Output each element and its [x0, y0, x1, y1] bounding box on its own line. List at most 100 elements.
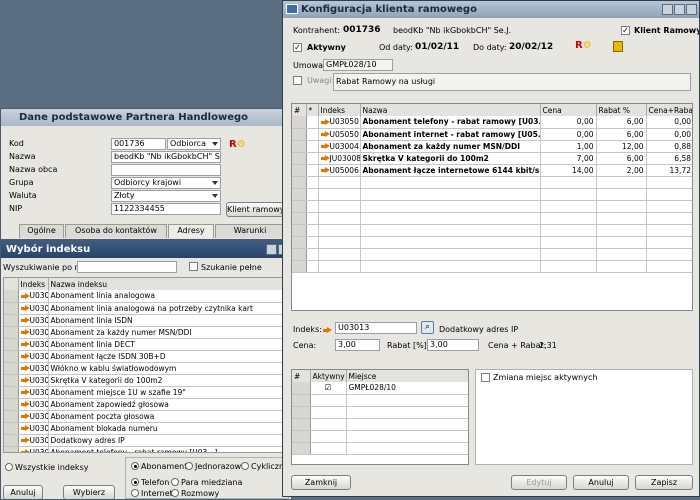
col-cena[interactable]: Cena [540, 104, 597, 116]
table-row[interactable]: U03007Włókno w kablu światłowodowym [4, 362, 289, 375]
para-miedziana-radio[interactable] [171, 478, 179, 486]
arrow-link-icon[interactable] [20, 329, 30, 336]
arrow-link-icon[interactable] [320, 155, 330, 162]
umowa-field[interactable]: GMPŁ028/10 [323, 59, 393, 71]
table-row[interactable]: U05006 Abonament łącze internetowe 6144 k… [292, 164, 692, 177]
search-icon[interactable]: ⌕ [421, 321, 434, 334]
table-row[interactable]: U03011Abonament poczta głosowa [4, 410, 289, 423]
row-header[interactable] [292, 140, 307, 153]
col-nazwa[interactable]: Nazwa [360, 104, 541, 116]
col-nazwa[interactable]: Nazwa indeksu [48, 278, 289, 290]
table-row[interactable]: U05050 Abonament internet - rabat ramowy … [292, 128, 692, 141]
row-header[interactable] [4, 314, 19, 327]
index-code-cell[interactable]: U03011 [18, 410, 49, 423]
arrow-link-icon[interactable] [20, 341, 30, 348]
col-indeks[interactable]: Indeks [18, 278, 49, 290]
tab-adresy[interactable]: Adresy [168, 224, 214, 238]
col-aktywny[interactable]: Aktywny [310, 370, 347, 382]
index-code-cell[interactable]: U03004 [18, 326, 49, 339]
col-indeks[interactable]: Indeks [318, 104, 361, 116]
arrow-link-icon[interactable] [20, 292, 30, 300]
arrow-link-icon[interactable] [20, 413, 30, 420]
arrow-link-icon[interactable] [20, 437, 30, 444]
indeks-cell[interactable]: JU03008 [318, 152, 361, 165]
row-header[interactable] [4, 434, 19, 447]
row-header[interactable] [292, 152, 307, 165]
index-code-cell[interactable]: U03013 [18, 434, 49, 447]
table-row[interactable]: U03006Abonament łącze ISDN 30B+D [4, 350, 289, 363]
internet-radio[interactable] [131, 489, 139, 497]
arrow-link-icon[interactable] [320, 118, 330, 126]
col-cena-rabat[interactable]: Cena+Rabat [646, 104, 692, 116]
waluta-select[interactable]: Złoty [111, 190, 221, 202]
row-header[interactable] [4, 290, 19, 303]
edit-button[interactable]: Edytuj [511, 475, 567, 490]
klient-ramowy-button[interactable]: Klient ramowy [226, 202, 285, 217]
tab-osoba-kontakt[interactable]: Osoba do kontaktów [65, 224, 167, 238]
row-header[interactable] [292, 164, 307, 177]
all-indexes-radio[interactable] [5, 463, 13, 471]
arrow-link-icon[interactable] [20, 389, 30, 396]
full-search-checkbox[interactable] [189, 262, 198, 271]
kod-type-select[interactable]: Odbiorca [167, 138, 221, 150]
indeks-cell[interactable]: U05050 [318, 128, 361, 141]
table-row[interactable]: U03001Abonament linia analogowa [4, 290, 289, 303]
save-button[interactable]: Zapisz [635, 475, 693, 490]
arrow-link-icon[interactable] [20, 365, 30, 372]
row-header[interactable] [4, 302, 19, 315]
minimize-icon[interactable] [266, 244, 277, 255]
index-code-cell[interactable]: U03012 [18, 422, 49, 435]
index-code-cell[interactable]: U03002 [18, 302, 49, 315]
arrow-link-icon[interactable] [20, 401, 30, 408]
index-code-cell[interactable]: U03006 [18, 350, 49, 363]
row-header[interactable] [4, 350, 19, 363]
index-code-cell[interactable]: U03001 [18, 290, 49, 303]
aktywny-cell[interactable]: ☑ [310, 382, 347, 395]
klient-ramowy-checkbox[interactable]: ✓ [621, 26, 630, 35]
index-code-cell[interactable]: U03050 [18, 446, 49, 452]
arrow-link-icon[interactable] [320, 131, 330, 138]
arrow-link-icon[interactable] [20, 449, 30, 452]
arrow-link-icon[interactable] [20, 377, 30, 384]
row-header[interactable] [4, 398, 19, 411]
uwagi-field[interactable]: Rabat Ramowy na usługi [333, 73, 691, 91]
row-header[interactable] [292, 128, 307, 141]
cancel-button[interactable]: Anuluj [573, 475, 629, 490]
search-input[interactable] [77, 261, 177, 273]
cykliczne-radio[interactable] [241, 462, 249, 470]
rabat-field[interactable]: 3,00 [427, 339, 479, 351]
index-code-cell[interactable]: U03007 [18, 362, 49, 375]
do-daty-value[interactable]: 20/02/12 [509, 42, 553, 52]
table-row[interactable]: U03050Abonament telefony - rabat ramowy … [4, 446, 289, 452]
row-header[interactable] [4, 374, 19, 387]
abonament-radio[interactable] [131, 462, 139, 470]
table-row[interactable]: U03004 Abonament za każdy numer MSN/DDI 1,… [292, 140, 692, 153]
table-row[interactable]: ☑ GMPŁ028/10 [292, 382, 468, 395]
zmiana-checkbox[interactable] [481, 373, 490, 382]
aktywny-checkbox[interactable]: ✓ [293, 43, 302, 52]
lock-icon[interactable] [613, 41, 623, 52]
kod-field[interactable]: 001736 [111, 138, 166, 150]
index-code-cell[interactable]: U03005 [18, 338, 49, 351]
row-header[interactable] [4, 326, 19, 339]
arrow-link-icon[interactable] [320, 143, 330, 150]
index-code-cell[interactable]: U03009 [18, 386, 49, 399]
table-row[interactable]: U03002Abonament linia analogowa na potrz… [4, 302, 289, 315]
index-code-cell[interactable]: U03003 [18, 314, 49, 327]
row-header[interactable] [4, 446, 19, 452]
table-row[interactable]: U03013Dodatkowy adres IP [4, 434, 289, 447]
table-row[interactable]: U03012Abonament blokada numeru [4, 422, 289, 435]
rozmowy-radio[interactable] [171, 489, 179, 497]
telefon-radio[interactable] [131, 478, 139, 486]
arrow-link-icon[interactable] [20, 425, 30, 432]
maximize-icon[interactable] [674, 4, 685, 15]
table-row[interactable]: U03008Skrętka V kategorii do 100m2 [4, 374, 289, 387]
indeks-cell[interactable]: U03050 [318, 116, 361, 129]
nip-field[interactable]: 1122334455 [111, 203, 221, 215]
table-row[interactable]: U03009Abonament miejsce 1U w szafie 19" [4, 386, 289, 399]
row-header[interactable] [292, 116, 307, 129]
uwagi-checkbox[interactable] [293, 76, 302, 85]
od-daty-value[interactable]: 01/02/11 [415, 42, 459, 52]
close-button[interactable]: Zamknij [291, 475, 351, 490]
tab-ogolne[interactable]: Ogólne [19, 224, 64, 238]
